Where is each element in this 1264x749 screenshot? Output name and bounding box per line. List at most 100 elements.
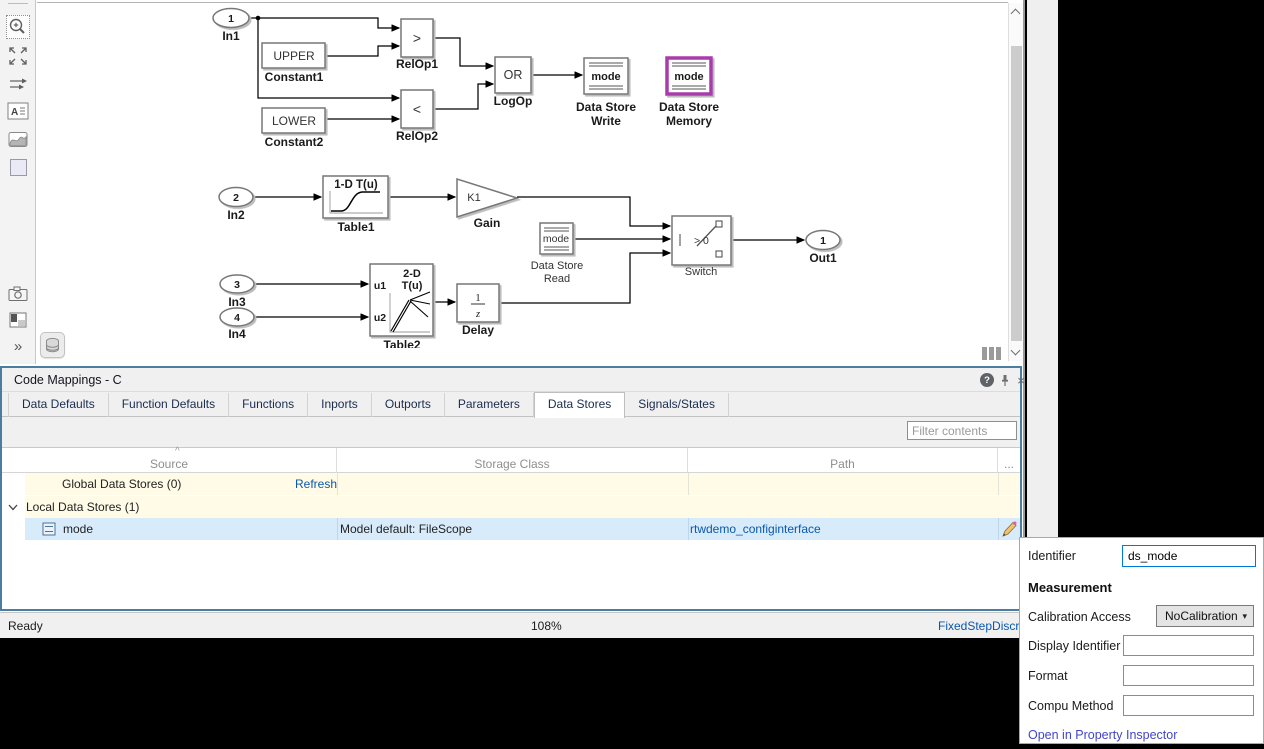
tab-inports[interactable]: Inports [308,393,372,417]
dsm-label2: Memory [666,114,712,128]
fit-to-view-icon[interactable] [6,44,30,68]
background-strip [1027,0,1058,537]
relop1-label: RelOp1 [396,57,438,71]
expand-chevron-icon[interactable] [8,504,18,511]
vertical-scroll-thumb[interactable] [1011,46,1022,341]
status-bar: Ready 108% FixedStepDiscre [0,612,1026,638]
dsr-label1: Data Store [531,260,584,272]
close-icon[interactable]: × [1014,373,1028,388]
dsm-value: mode [674,71,703,83]
column-header-more[interactable]: ... [998,448,1020,473]
dsr-label2: Read [544,273,570,285]
panel-layout-icon[interactable] [6,308,30,332]
in4-port-number: 4 [234,312,240,324]
data-store-property-popup: Identifier Measurement Calibration Acces… [1019,537,1264,744]
format-input[interactable] [1123,665,1254,686]
column-header-source[interactable]: Source [2,448,337,473]
table-row-global-data-stores[interactable]: Global Data Stores (0) Refresh [2,473,1020,495]
data-stores-perspective-button[interactable] [40,332,65,358]
dsm-label1: Data Store [659,100,719,114]
display-identifier-input[interactable] [1123,635,1254,656]
status-ready: Ready [8,619,43,633]
signal-arrows-icon[interactable] [6,72,30,96]
delay-denominator: z [475,309,480,320]
model-canvas[interactable]: 1 In1 UPPER Constant1 LOWER Constant2 > … [37,2,1008,363]
in1-label: In1 [222,29,240,43]
in2-port-number: 2 [233,192,239,204]
tab-parameters[interactable]: Parameters [445,393,534,417]
identifier-input[interactable] [1122,545,1256,567]
tab-data-defaults[interactable]: Data Defaults [8,393,109,417]
canvas-toolbar: A » [0,0,36,364]
toolbar-divider [8,3,28,4]
tab-data-stores[interactable]: Data Stores [533,392,626,418]
sort-ascending-icon[interactable]: ^ [175,446,180,457]
pin-icon[interactable] [998,373,1012,387]
table-row-local-data-stores[interactable]: Local Data Stores (1) [2,496,1020,518]
block-table2[interactable] [369,263,434,337]
code-mappings-toolbar [2,417,1020,447]
display-identifier-label: Display Identifier [1028,639,1121,653]
dsw-label1: Data Store [576,100,636,114]
tab-outports[interactable]: Outports [372,393,445,417]
table1-title: 1-D T(u) [334,179,378,191]
dropdown-caret-icon: ▾ [1242,611,1247,621]
toolbar-expand-icon[interactable]: » [6,334,30,358]
block-gain[interactable] [456,177,520,219]
scope-wave-icon[interactable] [6,127,30,151]
data-store-name: mode [63,522,94,536]
screenshot-camera-icon[interactable] [6,281,30,305]
column-header-storage-class[interactable]: Storage Class [337,448,688,473]
constant2-value: LOWER [272,114,316,128]
vertical-scrollbar[interactable] [1008,3,1023,361]
in1-port-number: 1 [228,13,234,25]
database-stack-icon [46,337,59,352]
gain-label: Gain [474,216,501,230]
shape-square-icon[interactable] [6,155,30,179]
storage-class-value[interactable]: Model default: FileScope [340,522,472,536]
path-link[interactable]: rtwdemo_configinterface [690,522,821,536]
logop-label: LogOp [494,94,533,108]
edit-pencil-icon[interactable] [1000,520,1018,538]
gain-value: K1 [467,192,480,204]
relop2-operator: < [413,101,421,117]
dsr-value: mode [543,233,569,245]
simulink-window: A » 1 In1 UPPER Constant1 LOWER Constant… [0,0,1026,638]
annotation-icon[interactable]: A [6,99,30,123]
open-property-inspector-link[interactable]: Open in Property Inspector [1028,728,1177,742]
in3-port-number: 3 [234,279,240,291]
scroll-down-icon[interactable] [1010,345,1021,356]
switch-criteria: > 0 [694,235,709,247]
chevrons-glyph: » [13,337,23,355]
switch-label: Switch [685,266,717,278]
code-mappings-titlebar: Code Mappings - C ? × [2,368,1025,392]
relop2-label: RelOp2 [396,129,438,143]
table-header-row: Source Storage Class Path ... ^ [2,446,1020,473]
in2-label: In2 [227,208,245,222]
scroll-up-icon[interactable] [1010,8,1021,19]
block-diagram: 1 In1 UPPER Constant1 LOWER Constant2 > … [212,7,841,348]
help-icon[interactable]: ? [980,373,994,387]
constant1-label: Constant1 [265,70,324,84]
identifier-label: Identifier [1028,549,1076,563]
delay-label: Delay [462,323,494,337]
filter-input[interactable] [907,421,1017,440]
tab-function-defaults[interactable]: Function Defaults [109,393,230,417]
zoom-in-icon[interactable] [6,15,30,39]
table2-fn: T(u) [402,280,423,292]
refresh-link[interactable]: Refresh [295,477,337,491]
table-row-mode-selected[interactable]: mode Model default: FileScope rtwdemo_co… [2,518,1020,540]
panel-title: Code Mappings - C [14,373,122,387]
compu-method-input[interactable] [1123,695,1254,716]
column-header-path[interactable]: Path [688,448,998,473]
code-mappings-tabs: Data Defaults Function Defaults Function… [2,392,1020,418]
splitter-grip[interactable] [982,347,1003,365]
in4-label: In4 [228,327,246,341]
solver-link[interactable]: FixedStepDiscre [938,619,1026,633]
tab-signals-states[interactable]: Signals/States [625,393,729,417]
logop-operator: OR [504,68,523,82]
tab-functions[interactable]: Functions [229,393,309,417]
out1-port-number: 1 [820,235,826,247]
calibration-access-dropdown[interactable]: NoCalibration ▾ [1156,605,1254,627]
table2-u1: u1 [374,280,386,292]
